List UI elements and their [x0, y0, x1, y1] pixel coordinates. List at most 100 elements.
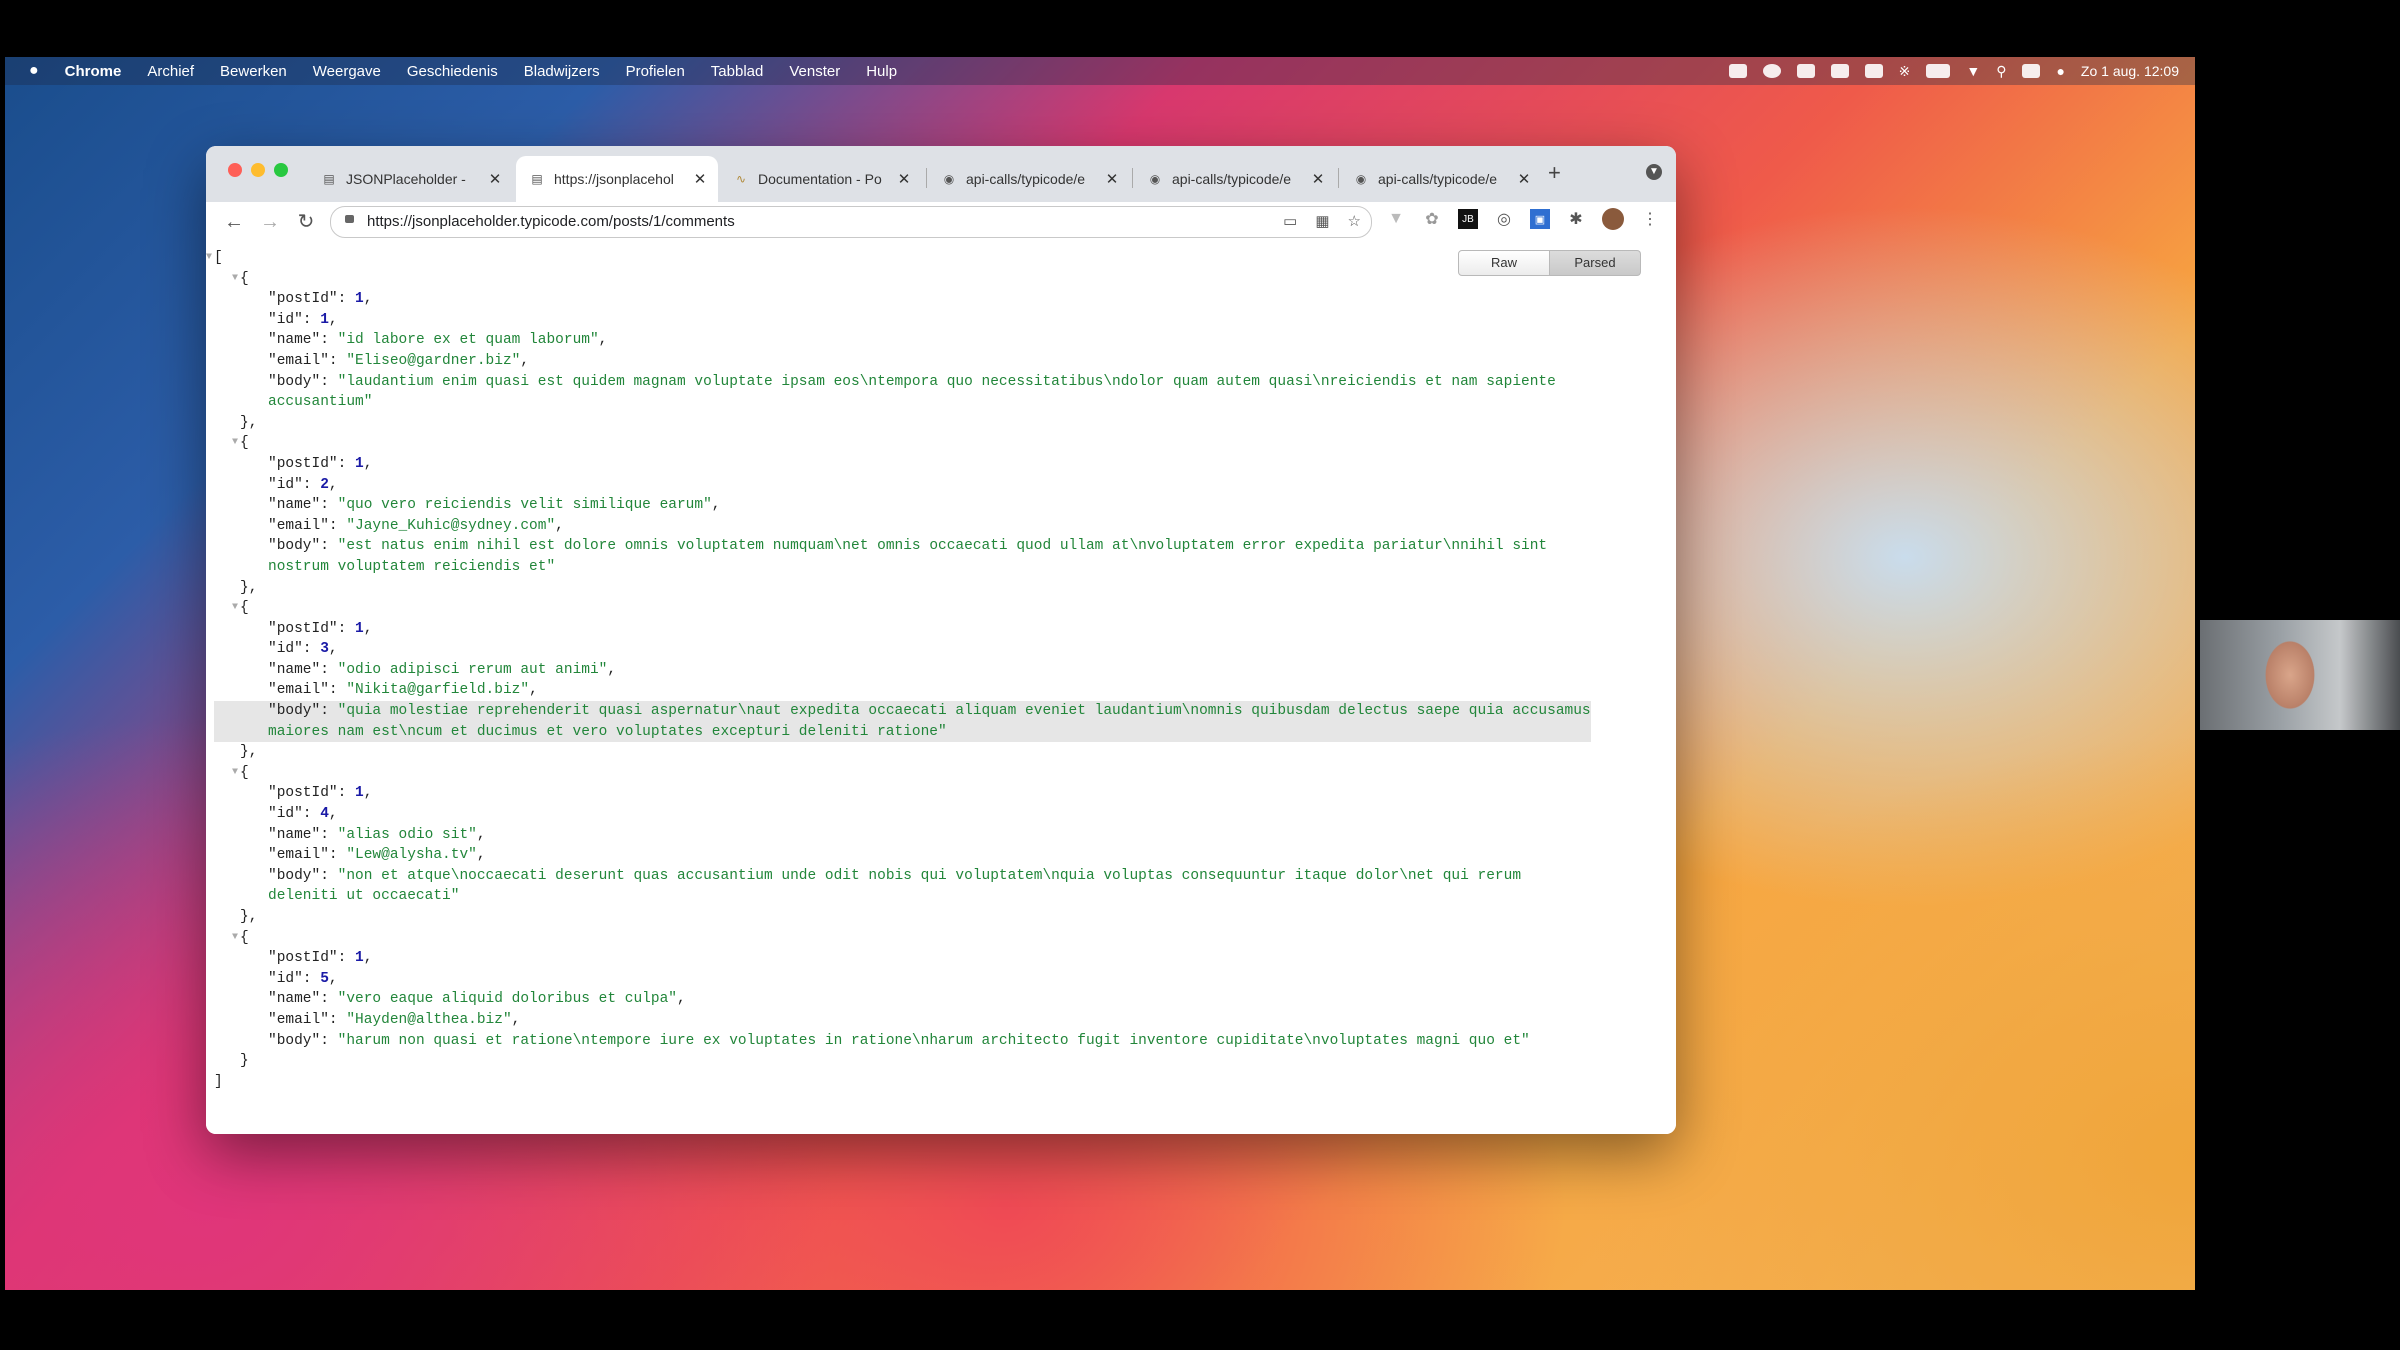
json-email-value: "Nikita@garfield.biz" [346, 682, 530, 699]
menu-chrome[interactable]: Chrome [65, 63, 122, 80]
json-token: "body": [268, 867, 338, 884]
tab-divider [1338, 168, 1339, 188]
close-tab-icon[interactable]: ✕ [894, 170, 914, 188]
bookmark-star-icon[interactable]: ☆ [1348, 212, 1361, 230]
json-token: , [676, 991, 686, 1008]
json-token: { [240, 929, 249, 946]
json-body: "body": "harum non quasi et ratione\ntem… [214, 1031, 1591, 1052]
back-icon[interactable]: ← [220, 208, 248, 236]
tab-jsonplaceholder[interactable]: ▤ JSONPlaceholder - ✕ [308, 156, 513, 202]
cast-icon[interactable]: ▭ [1283, 212, 1297, 230]
spotlight-icon[interactable]: ⚲ [1996, 63, 2006, 80]
json-token: "body": [268, 1032, 338, 1049]
json-email: "email": "Lew@alysha.tv", [214, 845, 1591, 866]
json-token: { [240, 270, 249, 287]
extension-jb-icon[interactable]: JB [1458, 209, 1478, 229]
wifi-icon[interactable]: ▼ [1966, 63, 1980, 79]
json-body-value: "est natus enim nihil est dolore omnis v… [337, 538, 1548, 555]
close-tab-icon[interactable]: ✕ [1514, 170, 1534, 188]
apple-icon[interactable]: ● [29, 62, 39, 80]
json-viewer: Raw Parsed ▼[▼{"postId": 1, "id": 1, "name… [206, 242, 1676, 1134]
zoom-window-button[interactable] [274, 163, 288, 177]
json-object-open: ▼{ [214, 598, 1591, 619]
tab-api-calls-3[interactable]: ◉ api-calls/typicode/e ✕ [1340, 156, 1542, 202]
minimize-window-button[interactable] [251, 163, 265, 177]
battery-icon[interactable] [1926, 64, 1951, 78]
qr-code-icon[interactable]: ▦ [1315, 212, 1329, 230]
json-token: ] [214, 1073, 223, 1090]
jsonplaceholder-icon: ▤ [531, 172, 543, 186]
json-email: "email": "Eliseo@gardner.biz", [214, 351, 1591, 372]
tab-documentation[interactable]: ∿ Documentation - Po ✕ [720, 156, 922, 202]
json-token: "body": [268, 538, 338, 555]
json-postid-value: 1 [355, 785, 364, 802]
creative-cloud-icon[interactable] [1728, 64, 1747, 78]
collapse-triangle-icon[interactable]: ▼ [206, 248, 212, 269]
tab-active-comments[interactable]: ▤ https://jsonplacehol ✕ [516, 156, 718, 202]
json-postid-value: 1 [355, 455, 364, 472]
extension-circle-icon[interactable]: ◎ [1494, 209, 1514, 229]
json-name: "name": "id labore ex et quam laborum", [214, 330, 1591, 351]
menu-hulp[interactable]: Hulp [866, 63, 897, 80]
json-body-value: "non et atque\noccaecati deserunt quas a… [337, 867, 1522, 884]
extension-leaf-icon[interactable]: ✿ [1422, 209, 1442, 229]
tab-api-calls-2[interactable]: ◉ api-calls/typicode/e ✕ [1134, 156, 1336, 202]
extension-shield-icon[interactable]: ▼ [1386, 209, 1406, 229]
collapse-triangle-icon[interactable]: ▼ [232, 433, 238, 454]
json-token: , [598, 332, 608, 349]
menu-tabblad[interactable]: Tabblad [711, 63, 764, 80]
menu-archief[interactable]: Archief [147, 63, 194, 80]
json-object-close: }, [214, 413, 1591, 434]
close-window-button[interactable] [228, 163, 242, 177]
window-icon[interactable] [1864, 64, 1883, 78]
json-array-close: ] [214, 1072, 1591, 1093]
forward-icon[interactable]: → [256, 208, 284, 236]
close-tab-icon[interactable]: ✕ [485, 170, 505, 188]
menubar-clock[interactable]: Zo 1 aug. 12:09 [2081, 63, 2179, 79]
json-id: "id": 2, [214, 475, 1591, 496]
collapse-triangle-icon[interactable]: ▼ [232, 763, 238, 784]
menu-bewerken[interactable]: Bewerken [220, 63, 287, 80]
json-token: , [363, 950, 373, 967]
close-tab-icon[interactable]: ✕ [690, 170, 710, 188]
notification-icon[interactable] [1796, 64, 1815, 78]
extensions-puzzle-icon[interactable]: ✱ [1566, 209, 1586, 229]
tab-api-calls-1[interactable]: ◉ api-calls/typicode/e ✕ [928, 156, 1130, 202]
json-id: "id": 1, [214, 310, 1591, 331]
profile-avatar[interactable] [1602, 208, 1624, 230]
json-body-value: "quia molestiae reprehenderit quasi aspe… [337, 703, 1591, 720]
menu-geschiedenis[interactable]: Geschiedenis [407, 63, 498, 80]
collapse-triangle-icon[interactable]: ▼ [232, 269, 238, 290]
tab-search-icon[interactable]: ▼ [1646, 164, 1662, 180]
menu-dots-icon[interactable]: ⋮ [1640, 209, 1660, 229]
json-email-value: "Hayden@althea.biz" [346, 1011, 512, 1028]
url-text[interactable]: https://jsonplaceholder.typicode.com/pos… [367, 213, 735, 230]
json-body: "body": "quia molestiae reprehenderit qu… [214, 701, 1591, 722]
screen-mirror-icon[interactable] [1830, 64, 1849, 78]
json-token: "postId": [268, 620, 356, 637]
reload-icon[interactable]: ↻ [292, 208, 320, 236]
json-token: , [607, 661, 617, 678]
menu-venster[interactable]: Venster [789, 63, 840, 80]
bluetooth-icon[interactable]: ※ [1899, 63, 1911, 80]
lock-icon[interactable] [345, 215, 354, 223]
collapse-triangle-icon[interactable]: ▼ [232, 598, 238, 619]
new-tab-button[interactable]: + [1548, 160, 1561, 186]
extension-blue-icon[interactable]: ▣ [1530, 209, 1550, 229]
collapse-triangle-icon[interactable]: ▼ [232, 928, 238, 949]
menu-bladwijzers[interactable]: Bladwijzers [524, 63, 600, 80]
close-tab-icon[interactable]: ✕ [1308, 170, 1328, 188]
json-token: }, [240, 579, 258, 596]
json-token: , [328, 641, 338, 658]
grammarly-icon[interactable] [1762, 64, 1781, 78]
json-body-cont: deleniti ut occaecati" [214, 886, 1591, 907]
address-bar[interactable]: https://jsonplaceholder.typicode.com/pos… [330, 206, 1372, 238]
json-id: "id": 3, [214, 639, 1591, 660]
json-object-open: ▼{ [214, 928, 1591, 949]
siri-icon[interactable]: ● [2056, 63, 2064, 79]
control-center-icon[interactable] [2022, 64, 2041, 78]
menu-profielen[interactable]: Profielen [626, 63, 685, 80]
close-tab-icon[interactable]: ✕ [1102, 170, 1122, 188]
json-token: "body": [268, 703, 338, 720]
menu-weergave[interactable]: Weergave [313, 63, 381, 80]
